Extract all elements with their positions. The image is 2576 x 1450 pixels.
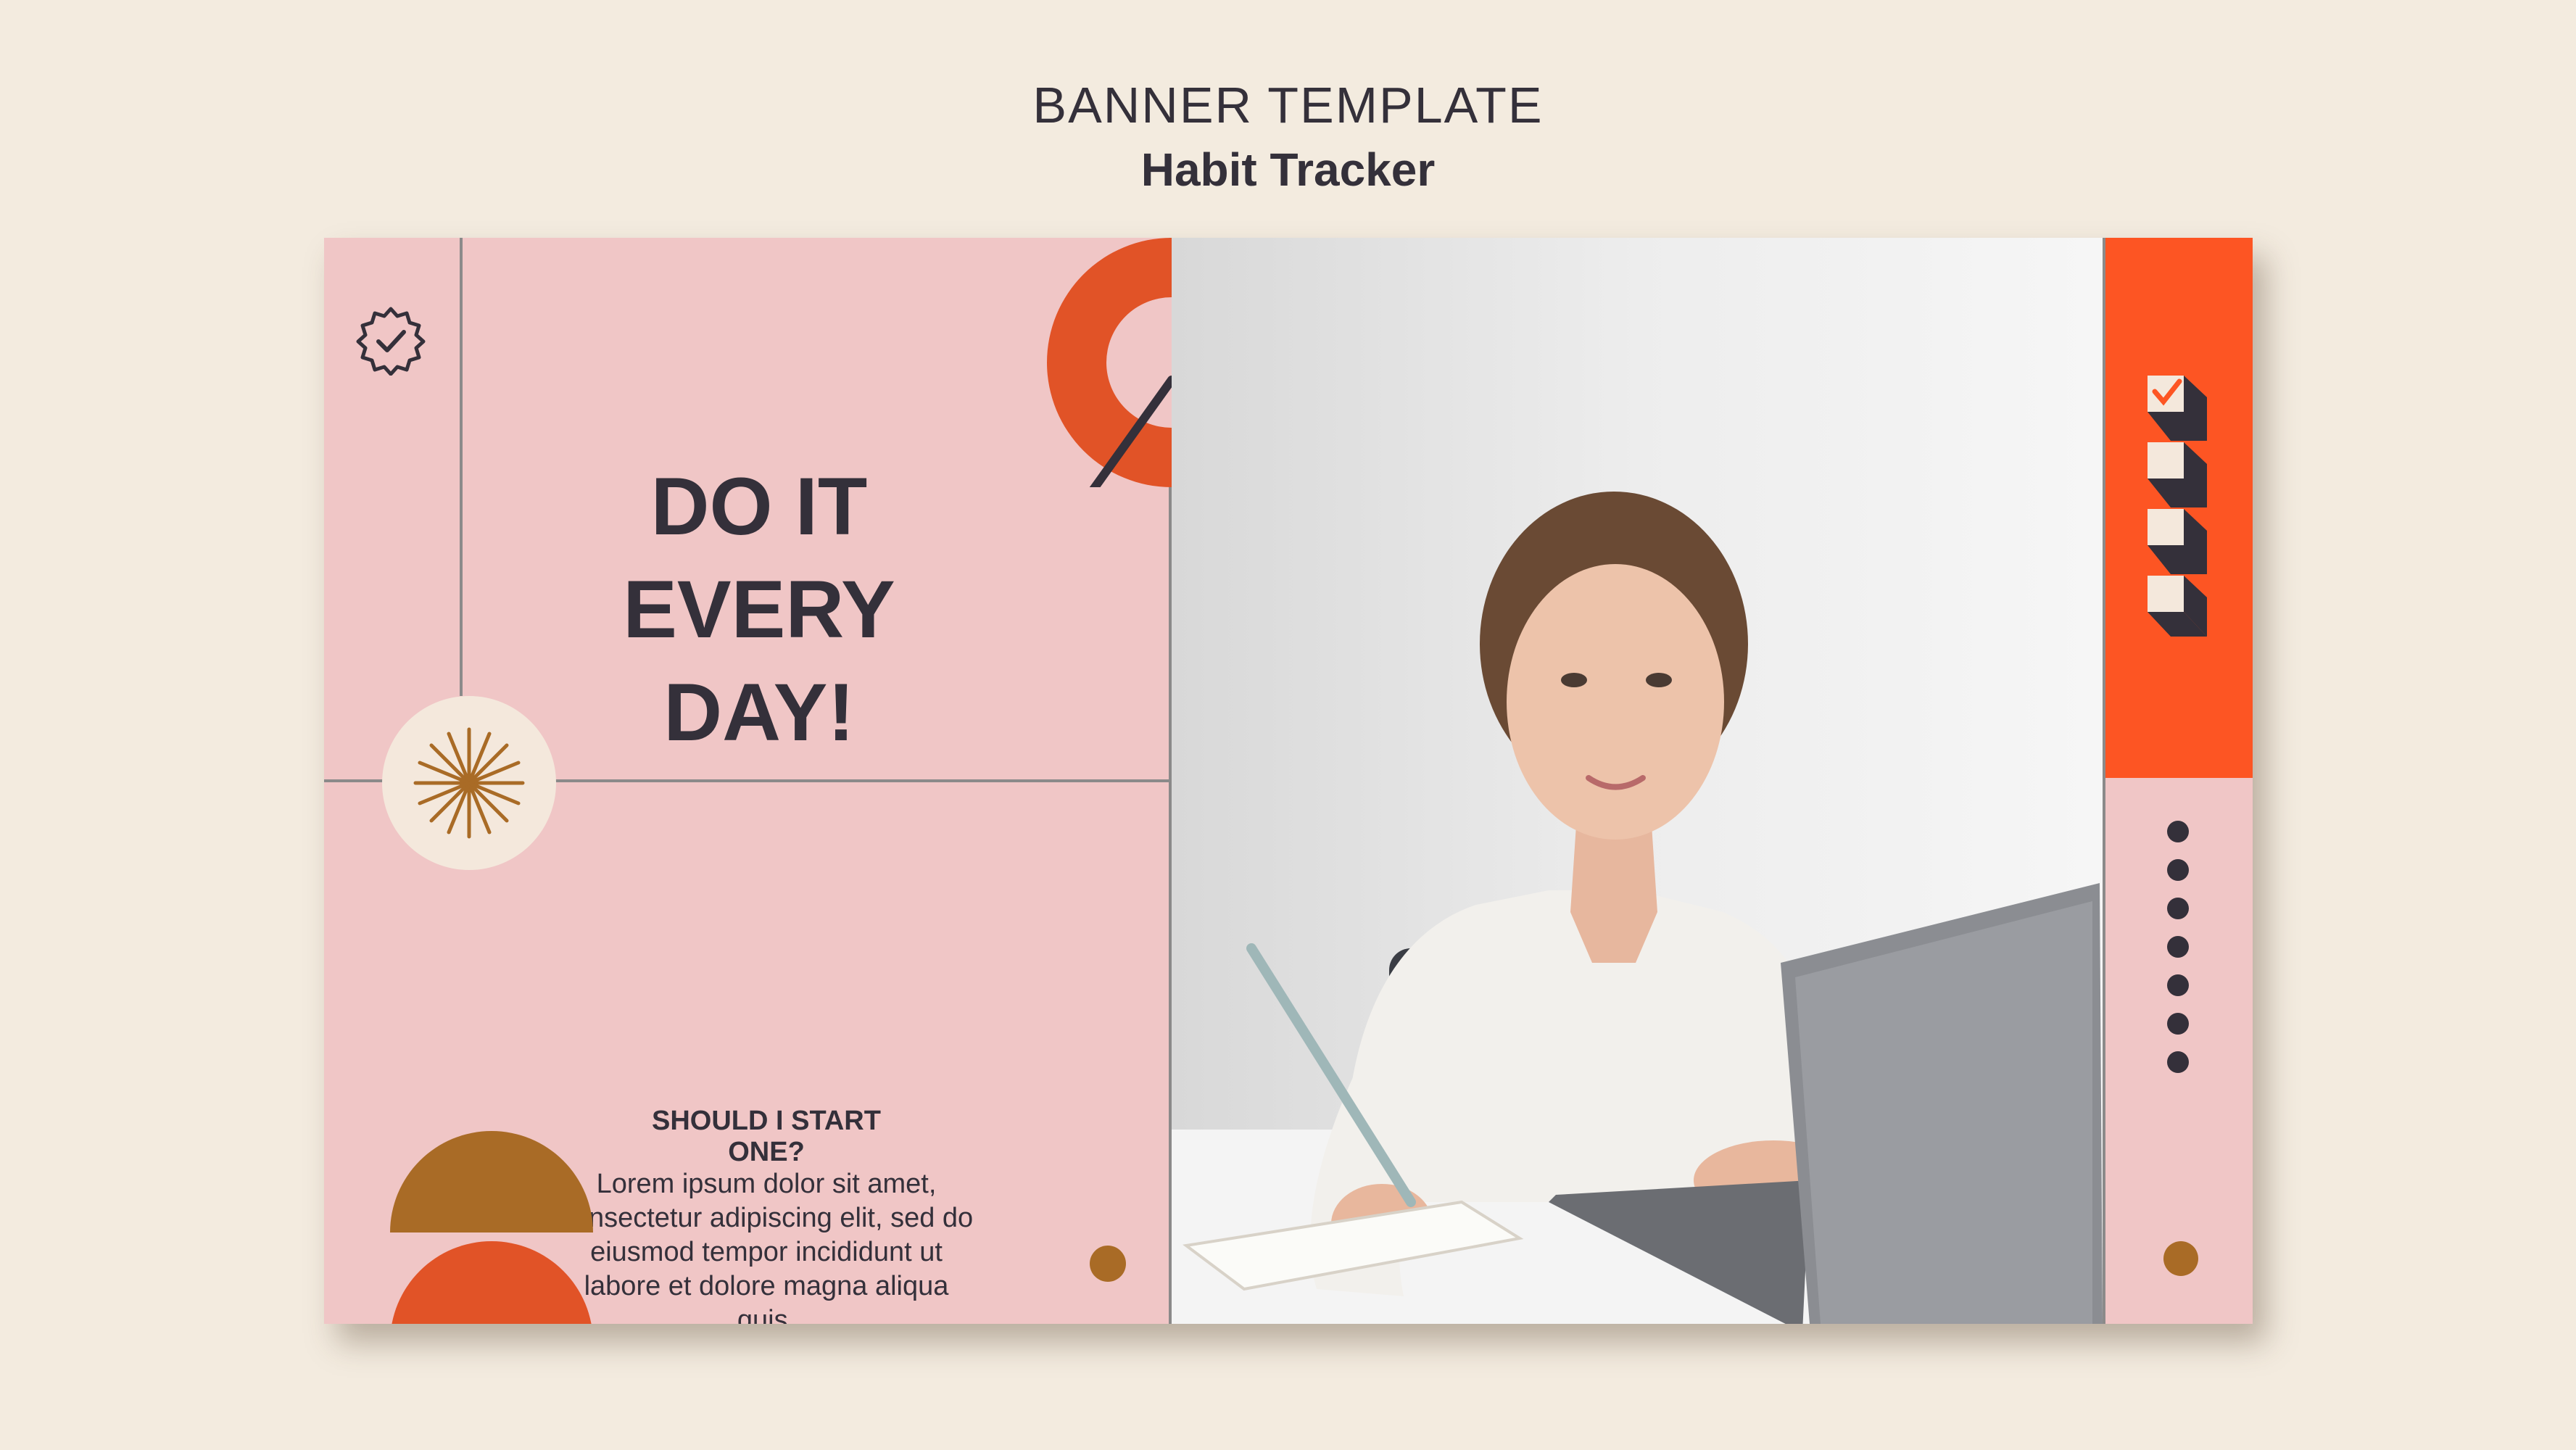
- body-line: Lorem ipsum dolor sit amet,: [596, 1169, 937, 1199]
- dot: [2167, 898, 2189, 919]
- banner-text-panel: DO IT EVERY DAY! SHOULD I START ONE? Lor…: [324, 238, 1172, 1324]
- sidebar-orange-block: [2105, 238, 2253, 778]
- subheading: SHOULD I START ONE?: [652, 1106, 881, 1167]
- starburst-badge: [382, 696, 556, 870]
- verified-badge-icon: [356, 307, 426, 376]
- body-line: consectetur adipiscing elit, sed do: [559, 1203, 974, 1233]
- semicircle-brown: [390, 1131, 593, 1232]
- headline-line-1: DO IT: [650, 461, 868, 552]
- banner: DO IT EVERY DAY! SHOULD I START ONE? Lor…: [324, 238, 2253, 1324]
- dot: [2167, 1013, 2189, 1035]
- dot-column: [2167, 821, 2189, 1090]
- body-paragraph: Lorem ipsum dolor sit amet, consectetur …: [556, 1167, 977, 1324]
- dot: [2167, 974, 2189, 996]
- header-subtitle: Habit Tracker: [1140, 144, 1436, 196]
- divider-vertical: [460, 238, 463, 696]
- starburst-icon: [413, 727, 525, 839]
- photo-woman-writing: [1172, 238, 2103, 1324]
- headline-line-2: EVERY DAY!: [623, 564, 895, 758]
- ring-shape: [1047, 238, 1172, 487]
- dot: [2167, 821, 2189, 842]
- body-line: labore et dolore magna aliqua quis.: [584, 1271, 949, 1324]
- header-title: BANNER TEMPLATE: [1032, 77, 1544, 133]
- headline: DO IT EVERY DAY!: [527, 455, 991, 764]
- accent-dot: [2163, 1241, 2198, 1276]
- banner-sidebar: [2103, 238, 2253, 1324]
- accent-dot: [1090, 1246, 1126, 1282]
- body-line: eiusmod tempor incididunt ut: [590, 1237, 943, 1267]
- dot: [2167, 859, 2189, 881]
- page-header: BANNER TEMPLATE Habit Tracker: [0, 80, 2576, 193]
- checklist-icon: [2148, 376, 2207, 637]
- dot: [2167, 936, 2189, 958]
- dot: [2167, 1051, 2189, 1073]
